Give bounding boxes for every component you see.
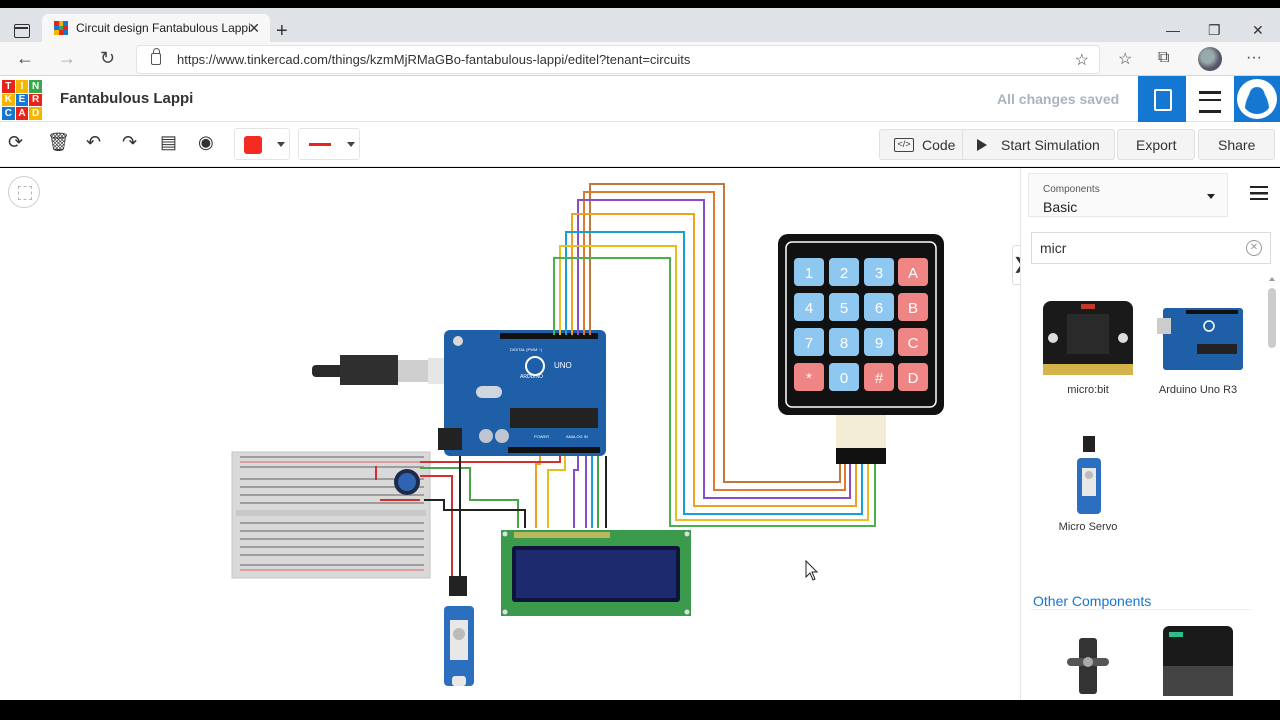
- microbit-other-thumbnail[interactable]: [1163, 626, 1233, 696]
- key-6[interactable]: 6: [864, 293, 894, 321]
- key-c[interactable]: C: [898, 328, 928, 356]
- digital-pins-label: DIGITAL (PWM ~): [510, 347, 543, 352]
- bottom-letterbox: [0, 700, 1280, 720]
- key-label: A: [908, 265, 918, 282]
- sidebar-scrollbar[interactable]: [1266, 277, 1278, 700]
- key-8[interactable]: 8: [829, 328, 859, 356]
- key-label: 4: [805, 300, 813, 317]
- export-button[interactable]: Export: [1117, 129, 1196, 160]
- key-label: D: [908, 370, 919, 387]
- key-label: 0: [840, 370, 848, 387]
- result-label-servo: Micro Servo: [1058, 521, 1118, 533]
- components-panel: Components Basic micr ✕ micro:bit Arduin…: [1020, 168, 1280, 700]
- user-avatar[interactable]: [1234, 76, 1280, 122]
- other-components-heading[interactable]: Other Components: [1033, 593, 1151, 609]
- analog-pins-label: ANALOG IN: [566, 434, 588, 439]
- key-label: C: [908, 335, 919, 352]
- key-0[interactable]: 0: [829, 363, 859, 391]
- key-label: #: [875, 370, 884, 387]
- key-9[interactable]: 9: [864, 328, 894, 356]
- arduino-model-label: UNO: [554, 361, 572, 370]
- arduino-uno-thumbnail[interactable]: [1157, 308, 1243, 370]
- microbit-thumbnail[interactable]: [1043, 301, 1133, 375]
- collections-icon[interactable]: ⧉: [1158, 49, 1169, 67]
- power-pins-label: POWER: [534, 434, 549, 439]
- key-d[interactable]: D: [898, 363, 928, 391]
- mouse-cursor-icon: [805, 559, 819, 581]
- key-label: 2: [840, 265, 848, 282]
- key-star[interactable]: *: [794, 363, 824, 391]
- favorites-icon[interactable]: ☆: [1118, 49, 1132, 69]
- key-3[interactable]: 3: [864, 258, 894, 286]
- key-b[interactable]: B: [898, 293, 928, 321]
- key-label: B: [908, 300, 918, 317]
- lcd-16x2-display[interactable]: [501, 530, 691, 616]
- export-label: Export: [1136, 136, 1177, 153]
- micro-servo[interactable]: [444, 576, 474, 686]
- circuit-view-button[interactable]: [1138, 76, 1186, 122]
- key-1[interactable]: 1: [794, 258, 824, 286]
- result-label-arduino: Arduino Uno R3: [1158, 384, 1238, 396]
- add-favorite-icon[interactable]: ☆: [1075, 50, 1089, 70]
- key-label: 3: [875, 265, 883, 282]
- key-label: 5: [840, 300, 848, 317]
- micro-servo-thumbnail[interactable]: [1077, 436, 1101, 514]
- servo-other-thumbnail[interactable]: [1067, 638, 1109, 694]
- key-label: *: [806, 370, 812, 387]
- key-label: 8: [840, 335, 848, 352]
- arduino-maker-label: ARDUINO: [520, 374, 543, 380]
- scrollbar-thumb[interactable]: [1268, 288, 1276, 348]
- more-options-icon[interactable]: ···: [1246, 49, 1262, 67]
- arduino-uno-board[interactable]: DIGITAL (PWM ~) UNO ARDUINO POWER ANALOG…: [438, 330, 606, 456]
- potentiometer[interactable]: [394, 469, 420, 495]
- key-label: 1: [805, 265, 813, 282]
- key-hash[interactable]: #: [864, 363, 894, 391]
- restore-button[interactable]: ❐: [1208, 22, 1221, 39]
- key-label: 7: [805, 335, 813, 352]
- result-label-microbit: micro:bit: [1067, 384, 1109, 396]
- key-label: 9: [875, 335, 883, 352]
- circuit-canvas: DIGITAL (PWM ~) UNO ARDUINO POWER ANALOG…: [231, 183, 944, 686]
- component-list-view-button[interactable]: [1186, 76, 1234, 122]
- component-thumbnails: [1043, 301, 1243, 696]
- key-4[interactable]: 4: [794, 293, 824, 321]
- usb-cable: [312, 355, 466, 385]
- browser-profile-avatar[interactable]: [1198, 47, 1222, 71]
- close-window-button[interactable]: ✕: [1252, 22, 1264, 39]
- key-label: 6: [875, 300, 883, 317]
- share-label: Share: [1218, 136, 1256, 153]
- scroll-up-icon[interactable]: [1269, 277, 1275, 281]
- key-5[interactable]: 5: [829, 293, 859, 321]
- minimize-button[interactable]: —: [1166, 22, 1180, 38]
- key-2[interactable]: 2: [829, 258, 859, 286]
- key-a[interactable]: A: [898, 258, 928, 286]
- divider: [1031, 609, 1251, 610]
- share-button[interactable]: Share: [1198, 129, 1276, 160]
- key-7[interactable]: 7: [794, 328, 824, 356]
